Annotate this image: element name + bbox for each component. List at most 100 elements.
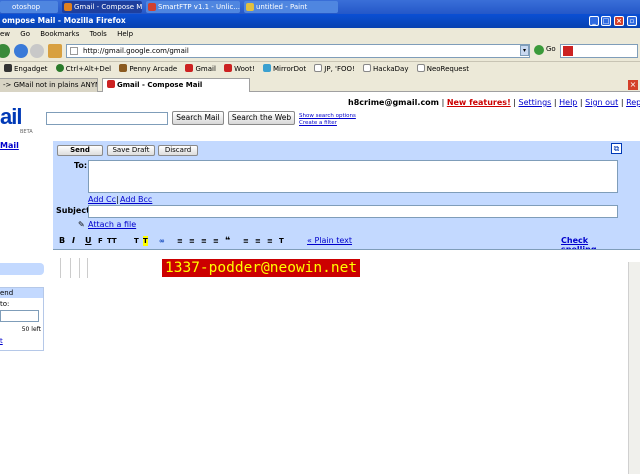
message-body-editor[interactable]: 1337-podder@neowin.net bbox=[53, 249, 640, 474]
menubar: ew Go Bookmarks Tools Help bbox=[0, 28, 640, 40]
formatting-toolbar: B I U F TT T T ∞ ≡ ≡ ≡ ≡ ❝ ≡ ≡ ≡ T « Pla… bbox=[57, 236, 617, 254]
highlight-icon[interactable]: T bbox=[143, 236, 148, 246]
restore-icon[interactable]: ▫ bbox=[627, 16, 637, 26]
text-color-icon[interactable]: T bbox=[134, 236, 139, 246]
numbered-list-icon[interactable]: ≡ bbox=[177, 236, 183, 246]
send-button[interactable]: Send bbox=[57, 145, 103, 156]
invite-link[interactable]: t bbox=[0, 337, 43, 345]
bookmark-woot[interactable]: Woot! bbox=[224, 62, 255, 77]
stop-icon[interactable] bbox=[30, 44, 44, 58]
align-right-icon[interactable]: ≡ bbox=[267, 236, 273, 246]
menu-bookmarks[interactable]: Bookmarks bbox=[40, 30, 79, 38]
taskbar-item-photoshop[interactable]: otoshop bbox=[0, 1, 58, 13]
font-icon[interactable]: F bbox=[98, 236, 103, 246]
compose-mail-link[interactable]: Mail bbox=[0, 141, 19, 150]
taskbar-item-paint[interactable]: untitled - Paint bbox=[244, 1, 338, 13]
account-bar: h8crime@gmail.com | New features! | Sett… bbox=[348, 98, 640, 107]
tab-gmail-not-in-plains[interactable]: -> GMail not in plains ANYMORE! bbox=[0, 78, 98, 92]
web-search-input[interactable] bbox=[560, 44, 638, 58]
go-icon[interactable] bbox=[534, 45, 544, 55]
invites-left: 50 left bbox=[21, 326, 41, 333]
ctrlaltdel-icon bbox=[55, 64, 64, 72]
taskbar-item-firefox[interactable]: Gmail - Compose Mail -... bbox=[62, 1, 142, 13]
bookmark-neorequest[interactable]: NeoRequest bbox=[416, 62, 469, 77]
bookmark-jpfoo[interactable]: JP, 'FOO! bbox=[314, 62, 355, 77]
bookmarks-toolbar: Engadget Ctrl+Alt+Del Penny Arcade Gmail… bbox=[0, 62, 640, 77]
beta-label: BETA bbox=[20, 129, 33, 135]
outdent-icon[interactable]: ≡ bbox=[201, 236, 207, 246]
new-window-icon[interactable]: ⧉ bbox=[611, 143, 622, 154]
bookmark-penny-arcade[interactable]: Penny Arcade bbox=[119, 62, 177, 77]
search-web-button[interactable]: Search the Web bbox=[228, 111, 295, 125]
window-title: ompose Mail - Mozilla Firefox bbox=[2, 16, 126, 25]
menu-tools[interactable]: Tools bbox=[90, 30, 107, 38]
window-titlebar: ompose Mail - Mozilla Firefox _ □ × ▫ bbox=[0, 14, 640, 28]
woot-icon bbox=[224, 64, 233, 72]
to-field[interactable] bbox=[88, 160, 618, 193]
penny-arcade-icon bbox=[119, 64, 128, 72]
bookmark-hackaday[interactable]: HackaDay bbox=[363, 62, 409, 77]
bookmark-mirrordot[interactable]: MirrorDot bbox=[263, 62, 306, 77]
firefox-icon bbox=[64, 3, 72, 11]
forward-icon[interactable] bbox=[0, 44, 10, 58]
settings-link[interactable]: Settings bbox=[519, 98, 552, 107]
bookmark-gmail[interactable]: Gmail bbox=[185, 62, 216, 77]
tab-bar: -> GMail not in plains ANYMORE! Gmail - … bbox=[0, 77, 640, 92]
go-label[interactable]: Go bbox=[546, 45, 556, 53]
search-engine-icon bbox=[563, 46, 573, 56]
menu-view[interactable]: ew bbox=[0, 30, 10, 38]
underline-icon[interactable]: U bbox=[85, 236, 92, 246]
save-draft-button[interactable]: Save Draft bbox=[107, 145, 155, 156]
indent-icon[interactable]: ≡ bbox=[213, 236, 219, 246]
gmail-icon bbox=[185, 64, 194, 72]
sign-out-link[interactable]: Sign out bbox=[585, 98, 618, 107]
to-label: To: bbox=[74, 161, 88, 170]
report-bug-link[interactable]: Report bug bbox=[626, 98, 640, 107]
gmail-logo[interactable]: ail bbox=[0, 104, 22, 130]
font-size-icon[interactable]: TT bbox=[107, 236, 117, 246]
highlighted-email-text: 1337-podder@neowin.net bbox=[162, 259, 361, 277]
maximize-button[interactable]: □ bbox=[601, 16, 611, 26]
bookmark-engadget[interactable]: Engadget bbox=[4, 62, 48, 77]
link-icon[interactable]: ∞ bbox=[159, 236, 165, 246]
reload-icon[interactable] bbox=[14, 44, 28, 58]
tab-gmail-compose[interactable]: Gmail - Compose Mail bbox=[102, 78, 250, 92]
minimize-button[interactable]: _ bbox=[589, 16, 599, 26]
align-left-icon[interactable]: ≡ bbox=[243, 236, 249, 246]
help-link[interactable]: Help bbox=[559, 98, 577, 107]
subject-field[interactable] bbox=[88, 205, 618, 218]
bold-icon[interactable]: B bbox=[59, 236, 65, 246]
close-button[interactable]: × bbox=[614, 16, 624, 26]
menu-go[interactable]: Go bbox=[20, 30, 30, 38]
new-features-link[interactable]: New features! bbox=[447, 98, 511, 107]
search-mail-button[interactable]: Search Mail bbox=[172, 111, 224, 125]
page-icon bbox=[416, 64, 425, 72]
create-filter-link[interactable]: Create a filter bbox=[299, 120, 356, 127]
invite-box: end to: 50 left t bbox=[0, 287, 44, 351]
remove-format-icon[interactable]: T bbox=[279, 236, 284, 246]
close-tab-icon[interactable]: × bbox=[628, 80, 638, 90]
mail-search-input[interactable] bbox=[46, 112, 168, 125]
add-bcc-link[interactable]: Add Bcc bbox=[120, 195, 152, 204]
invite-email-input[interactable] bbox=[0, 310, 39, 322]
url-dropdown-icon[interactable]: ▾ bbox=[520, 45, 529, 56]
show-search-options-link[interactable]: Show search options bbox=[299, 113, 356, 120]
taskbar-item-smartftp[interactable]: SmartFTP v1.1 - Unlic... bbox=[146, 1, 240, 13]
search-options: Show search options Create a filter bbox=[299, 113, 356, 127]
plain-text-link[interactable]: « Plain text bbox=[307, 236, 352, 245]
bulleted-list-icon[interactable]: ≡ bbox=[189, 236, 195, 246]
bookmark-ctrlaltdel[interactable]: Ctrl+Alt+Del bbox=[55, 62, 111, 77]
attach-file-link[interactable]: Attach a file bbox=[88, 220, 136, 229]
italic-icon[interactable]: I bbox=[72, 236, 75, 246]
menu-help[interactable]: Help bbox=[117, 30, 133, 38]
align-center-icon[interactable]: ≡ bbox=[255, 236, 261, 246]
url-input[interactable]: http://gmail.google.com/gmail bbox=[66, 44, 530, 58]
page-scrollbar[interactable] bbox=[628, 262, 640, 474]
home-icon[interactable] bbox=[48, 44, 62, 58]
smartftp-icon bbox=[148, 3, 156, 11]
discard-button[interactable]: Discard bbox=[158, 145, 198, 156]
add-cc-link[interactable]: Add Cc bbox=[88, 195, 116, 204]
selected-nav-item[interactable] bbox=[0, 263, 44, 275]
quote-icon[interactable]: ❝ bbox=[225, 236, 230, 246]
invite-title: end bbox=[0, 288, 43, 298]
